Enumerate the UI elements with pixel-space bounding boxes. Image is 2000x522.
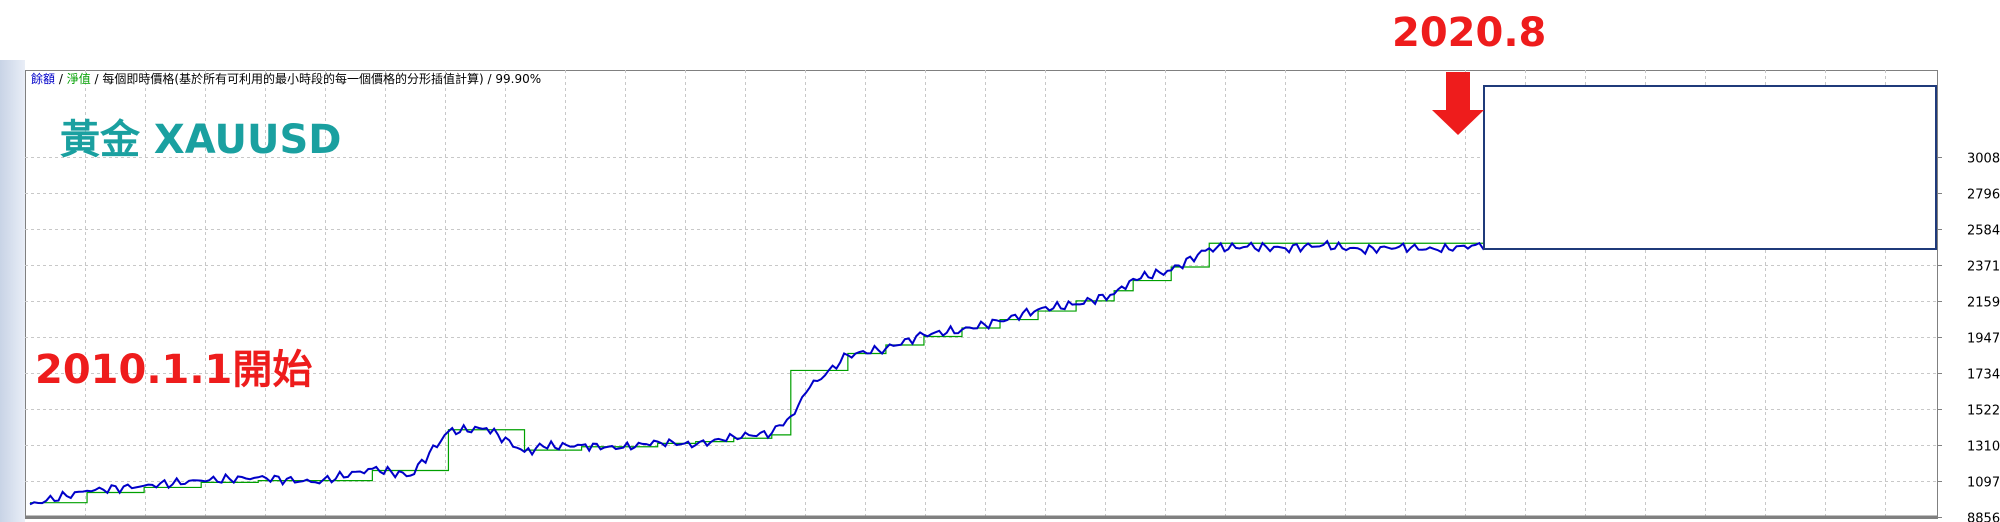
top-strip xyxy=(0,0,2000,60)
left-gutter xyxy=(0,60,26,522)
start-date-annotation: 2010.1.1開始 xyxy=(35,347,313,393)
overlay-box xyxy=(1483,85,1937,250)
instrument-annotation: 黃金 XAUUSD xyxy=(60,117,342,163)
y-tick-label: 152253 xyxy=(1967,404,2000,419)
balance-legend-label: 餘額 xyxy=(31,72,56,86)
y-tick-label: 300864 xyxy=(1967,152,2000,167)
down-arrow-icon xyxy=(1432,72,1484,135)
header-description: / 每個即時價格(基於所有可利用的最小時段的每一個價格的分形插值計算) / 99… xyxy=(90,72,542,86)
y-tick-label: 258404 xyxy=(1967,224,2000,239)
y-tick-label: 194713 xyxy=(1967,332,2000,347)
y-tick-label: 173483 xyxy=(1967,368,2000,383)
y-tick-label: 131022 xyxy=(1967,440,2000,455)
y-tick-label: 88562 xyxy=(1967,512,2000,522)
y-tick-label: 109792 xyxy=(1967,476,2000,491)
end-date-annotation: 2020.8 xyxy=(1392,10,1547,56)
header-separator: / xyxy=(55,72,67,86)
equity-legend-label: 淨值 xyxy=(66,72,91,86)
chart-header: 餘額 / 淨值 / 每個即時價格(基於所有可利用的最小時段的每一個價格的分形插值… xyxy=(31,70,541,87)
y-tick-label: 237173 xyxy=(1967,260,2000,275)
y-tick-label: 215943 xyxy=(1967,296,2000,311)
y-tick-label: 279634 xyxy=(1967,188,2000,203)
